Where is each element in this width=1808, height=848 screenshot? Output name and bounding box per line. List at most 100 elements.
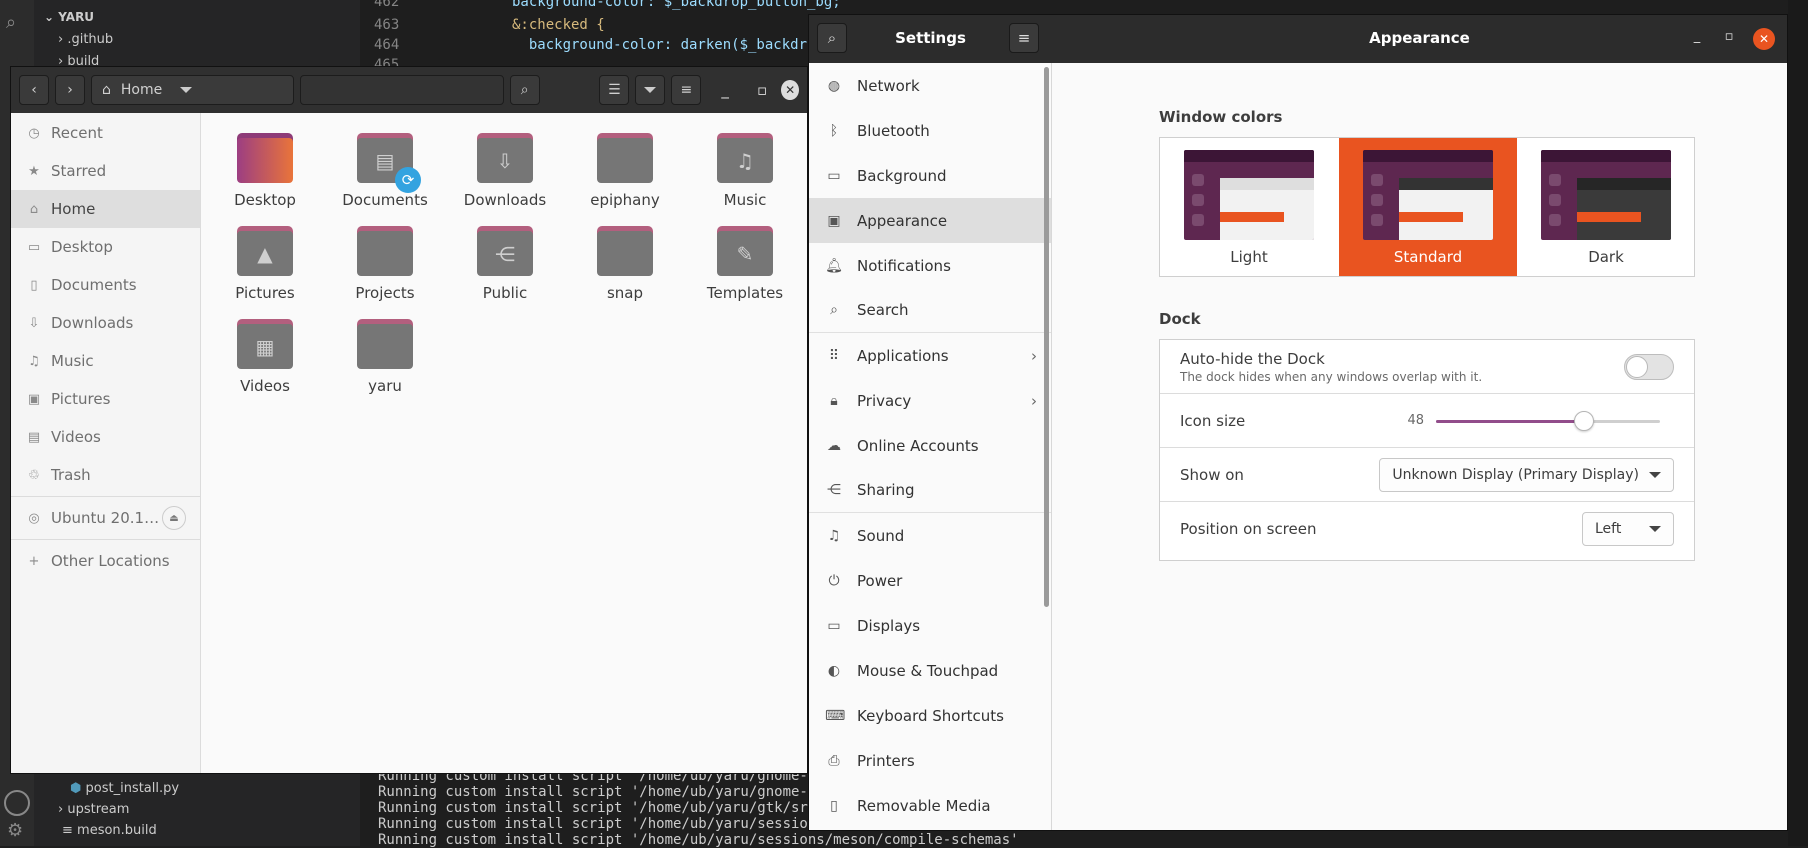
picture-icon: ▣ xyxy=(27,391,41,407)
back-button[interactable]: ‹ xyxy=(19,75,49,105)
menu-button[interactable]: ≡ xyxy=(671,75,702,105)
sidebar-item-other-locations[interactable]: + Other Locations xyxy=(11,542,200,580)
folder-videos[interactable]: ▦ Videos xyxy=(210,311,320,401)
nav-printers[interactable]: ⎙ Printers xyxy=(809,738,1051,783)
files-window: ‹ › ⌂ Home ⌕ ☰ ≡ _ ▫ ✕ ◷ Recent ★ Starred … xyxy=(10,66,808,774)
search-icon[interactable]: ⌕ xyxy=(6,12,28,34)
forward-icon: › xyxy=(67,82,73,98)
folder-icon xyxy=(597,133,653,183)
tree-item[interactable]: ⬢ post_install.py xyxy=(70,781,179,796)
folder-music[interactable]: ♫ Music xyxy=(690,125,800,215)
autohide-label: Auto-hide the Dock xyxy=(1180,349,1325,368)
nav-sound[interactable]: ♫ Sound xyxy=(809,513,1051,558)
folder-desktop[interactable]: Desktop xyxy=(210,125,320,215)
folder-templates[interactable]: ✎ Templates xyxy=(690,218,800,308)
nav-keyboard-shortcuts[interactable]: ⌨ Keyboard Shortcuts xyxy=(809,693,1051,738)
show-on-row: Show on Unknown Display (Primary Display… xyxy=(1160,448,1694,502)
nav-displays[interactable]: ▭ Displays xyxy=(809,603,1051,648)
minimize-button[interactable]: _ xyxy=(707,81,742,99)
folder-downloads[interactable]: ⇩ Downloads xyxy=(450,125,560,215)
sidebar-item-starred[interactable]: ★ Starred xyxy=(11,152,200,190)
sidebar-item-music[interactable]: ♫ Music xyxy=(11,342,200,380)
view-list-button[interactable]: ☰ xyxy=(599,75,630,105)
nav-background[interactable]: ▭ Background xyxy=(809,153,1051,198)
slider-handle[interactable] xyxy=(1573,411,1594,431)
nav-sharing[interactable]: ⋲ Sharing xyxy=(809,468,1051,513)
sidebar-item-videos[interactable]: ▤ Videos xyxy=(11,418,200,456)
folder-projects[interactable]: Projects xyxy=(330,218,440,308)
nav-search[interactable]: ⌕ Search xyxy=(809,288,1051,333)
show-on-dropdown[interactable]: Unknown Display (Primary Display) xyxy=(1379,457,1674,492)
sidebar-item-pictures[interactable]: ▣ Pictures xyxy=(11,380,200,418)
maximize-button[interactable]: ▫ xyxy=(749,81,776,99)
sidebar-item-label: Home xyxy=(51,200,96,218)
theme-dark[interactable]: Dark xyxy=(1517,138,1695,276)
autohide-toggle[interactable] xyxy=(1624,354,1674,380)
sidebar-item-label: Other Locations xyxy=(51,552,170,570)
share-icon: ⋲ xyxy=(827,482,841,498)
forward-button[interactable]: › xyxy=(55,75,85,105)
settings-nav: ◍ Network ᛒ Bluetooth ▭ Background ▣ Appeara… xyxy=(809,63,1052,830)
search-button[interactable]: ⌕ xyxy=(509,75,540,105)
nav-appearance[interactable]: ▣ Appearance xyxy=(809,198,1051,243)
terminal-line: Running custom install script '/home/ub/… xyxy=(378,784,834,800)
icon-size-slider[interactable] xyxy=(1436,411,1660,431)
minimize-button[interactable]: _ xyxy=(1687,29,1707,49)
nav-network[interactable]: ◍ Network xyxy=(809,63,1051,108)
nav-online-accounts[interactable]: ☁ Online Accounts xyxy=(809,423,1051,468)
sidebar-item-ubuntu-volume[interactable]: ◎ Ubuntu 20.1… ⏏ xyxy=(11,499,200,537)
nav-privacy[interactable]: 🔒︎ Privacy › xyxy=(809,378,1051,423)
tree-item[interactable]: › .github xyxy=(58,32,113,47)
sidebar-item-recent[interactable]: ◷ Recent xyxy=(11,114,200,152)
sidebar-item-trash[interactable]: ♲ Trash xyxy=(11,456,200,494)
folder-label: epiphany xyxy=(590,191,660,209)
icon-size-value: 48 xyxy=(1407,413,1424,428)
nav-applications[interactable]: ⠿ Applications › xyxy=(809,333,1051,378)
appearance-icon: ▣ xyxy=(827,212,841,229)
folder-public[interactable]: ⋲ Public xyxy=(450,218,560,308)
folder-yaru[interactable]: yaru xyxy=(330,311,440,401)
plus-icon: + xyxy=(28,553,40,569)
eject-button[interactable]: ⏏ xyxy=(162,506,186,530)
hamburger-icon: ≡ xyxy=(1017,29,1031,47)
maximize-button[interactable]: ▫ xyxy=(1719,29,1739,49)
nav-power[interactable]: ⏻ Power xyxy=(809,558,1051,603)
nav-scrollbar[interactable] xyxy=(1044,67,1049,607)
tree-item[interactable]: › upstream xyxy=(58,802,129,817)
nav-notifications[interactable]: 🔔︎ Notifications xyxy=(809,243,1051,288)
sidebar-item-desktop[interactable]: ▭ Desktop xyxy=(11,228,200,266)
nav-mouse-touchpad[interactable]: ◐ Mouse & Touchpad xyxy=(809,648,1051,693)
theme-light[interactable]: Light xyxy=(1160,138,1338,276)
sidebar-item-home[interactable]: ⌂ Home xyxy=(11,190,200,228)
show-on-label: Show on xyxy=(1180,465,1244,484)
sidebar-item-documents[interactable]: ▯ Documents xyxy=(11,266,200,304)
nav-label: Search xyxy=(857,301,909,319)
chevron-down-icon xyxy=(180,87,193,93)
close-button[interactable]: ✕ xyxy=(781,80,799,100)
nav-removable-media[interactable]: ▯ Removable Media xyxy=(809,783,1051,828)
line-number: 464 xyxy=(374,37,400,53)
desktop-icon: ▭ xyxy=(27,239,41,255)
minimap[interactable] xyxy=(1788,0,1808,846)
position-dropdown[interactable]: Left xyxy=(1582,512,1674,546)
chevron-right-icon: › xyxy=(1031,391,1037,410)
folder-documents[interactable]: ▤ ⟳ Documents xyxy=(330,125,440,215)
chevron-down-icon xyxy=(1649,526,1661,532)
account-icon[interactable] xyxy=(4,790,30,816)
explorer-root[interactable]: ⌄ YARU xyxy=(44,10,94,24)
nav-bluetooth[interactable]: ᛒ Bluetooth xyxy=(809,108,1051,153)
view-options-button[interactable] xyxy=(635,75,666,105)
sidebar-item-downloads[interactable]: ⇩ Downloads xyxy=(11,304,200,342)
tree-item[interactable]: ≡ meson.build xyxy=(62,823,157,838)
close-button[interactable]: ✕ xyxy=(1753,28,1775,50)
location-bar[interactable]: ⌂ Home xyxy=(91,75,295,105)
theme-standard[interactable]: Standard xyxy=(1339,138,1517,276)
sidebar-item-label: Videos xyxy=(51,428,101,446)
folder-epiphany[interactable]: epiphany xyxy=(570,125,680,215)
folder-snap[interactable]: snap xyxy=(570,218,680,308)
sidebar-item-label: Recent xyxy=(51,124,103,142)
gear-icon[interactable]: ⚙ xyxy=(7,820,23,841)
keyboard-icon: ⌨ xyxy=(825,707,846,724)
settings-menu-button[interactable]: ≡ xyxy=(1009,23,1039,53)
folder-pictures[interactable]: ▲ Pictures xyxy=(210,218,320,308)
